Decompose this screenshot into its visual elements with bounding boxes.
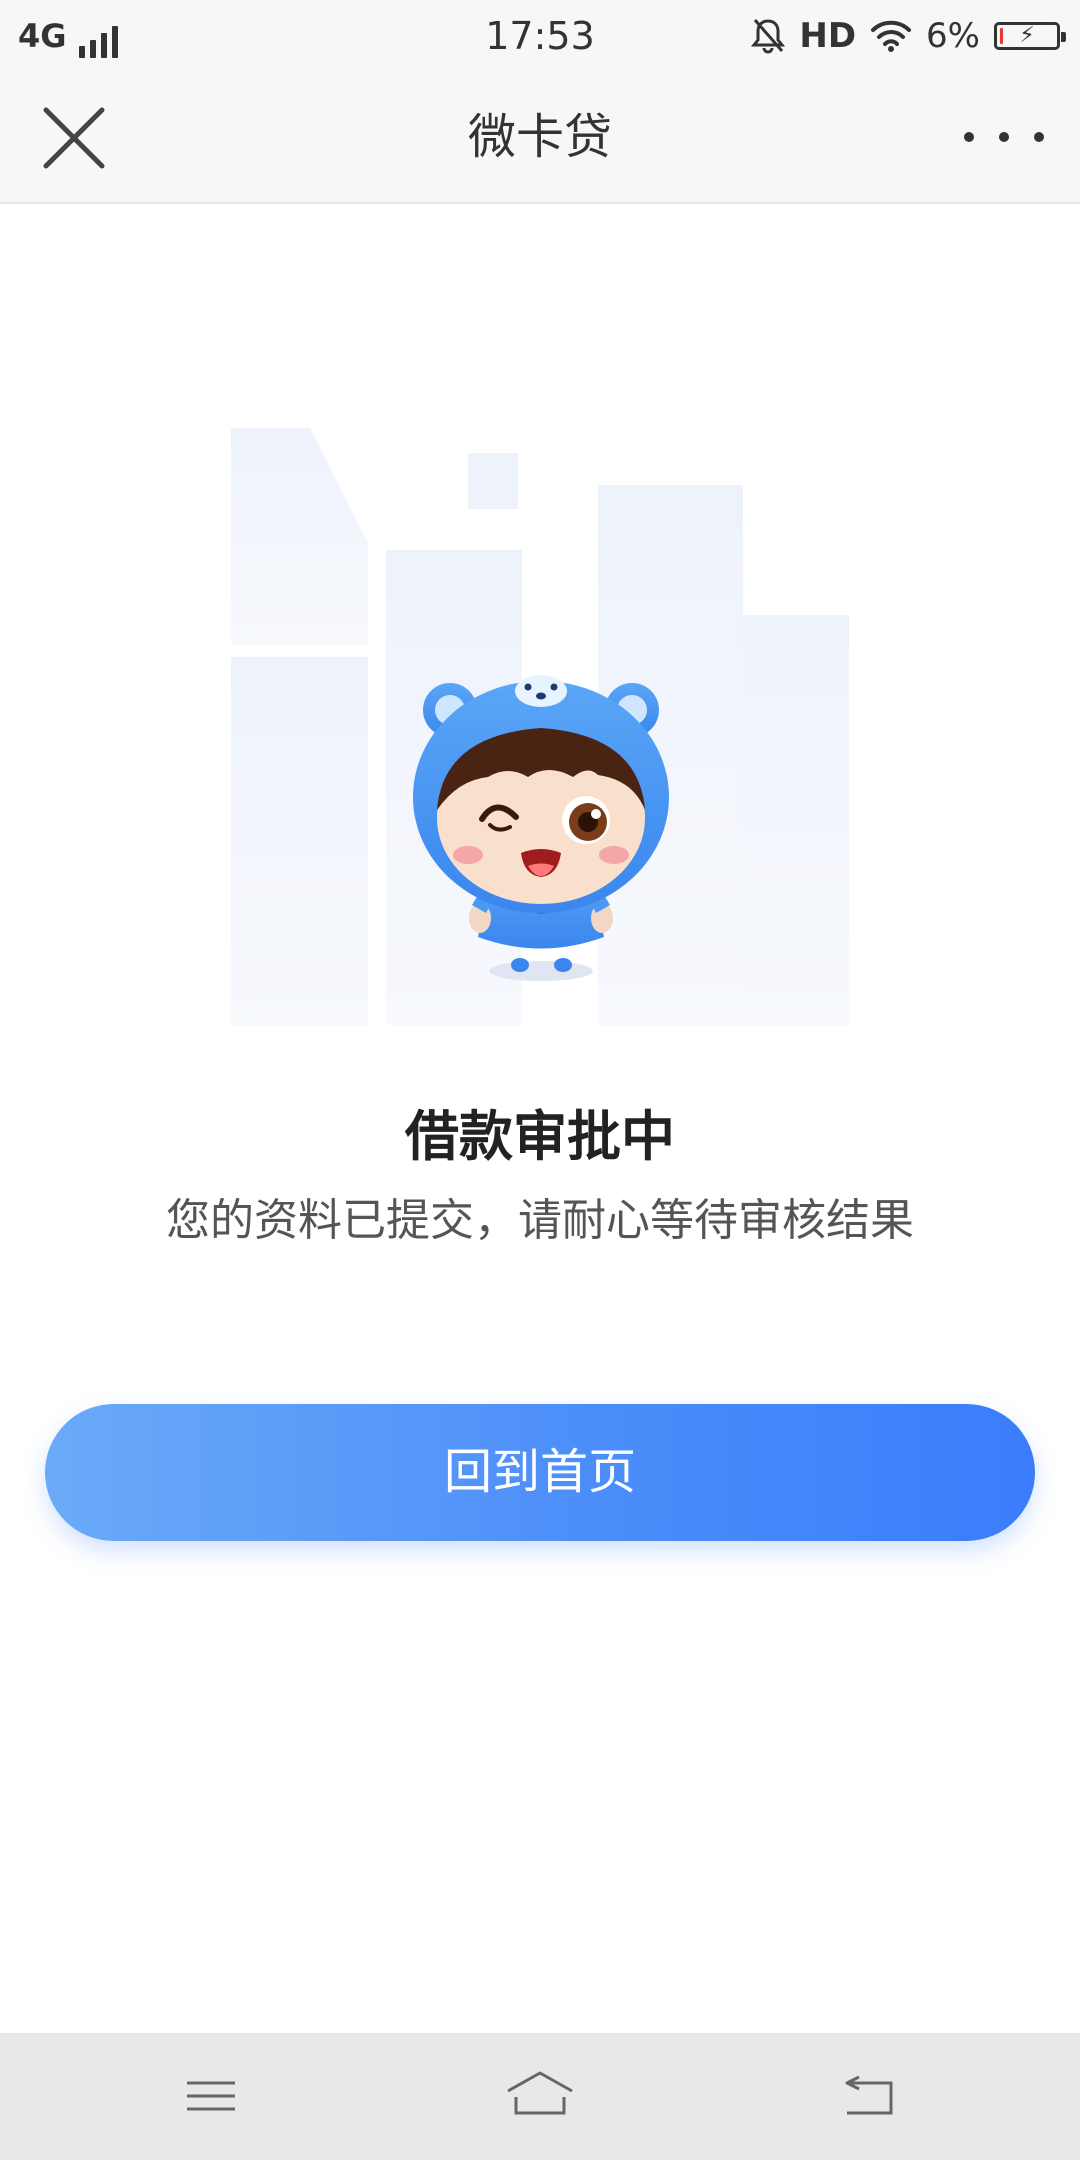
home-icon[interactable]	[500, 2061, 580, 2131]
status-title: 借款审批中	[405, 1105, 675, 1168]
battery-charging-icon: ⚡	[994, 22, 1066, 50]
status-right: HD 6% ⚡	[751, 14, 1066, 58]
hd-indicator: HD	[799, 16, 857, 56]
more-dot	[964, 132, 974, 142]
back-icon[interactable]	[829, 2061, 909, 2131]
more-dot	[1034, 132, 1044, 142]
more-icon[interactable]	[964, 112, 1044, 162]
system-nav-bar	[0, 2033, 1080, 2160]
battery-percent: 6%	[926, 16, 980, 56]
nav-bar: 微卡贷	[0, 72, 1080, 204]
menu-icon[interactable]	[171, 2061, 251, 2131]
charging-bolt-icon: ⚡	[1019, 23, 1035, 48]
mute-bell-icon	[751, 19, 786, 54]
back-to-home-button[interactable]: 回到首页	[45, 1404, 1035, 1541]
mascot-illustration	[231, 428, 849, 1025]
wifi-icon	[871, 20, 912, 52]
more-dot	[999, 132, 1009, 142]
status-bar: 4G 17:53 HD 6% ⚡	[0, 0, 1080, 72]
page-title: 微卡贷	[467, 109, 612, 165]
status-message: 您的资料已提交，请耐心等待审核结果	[166, 1195, 914, 1246]
